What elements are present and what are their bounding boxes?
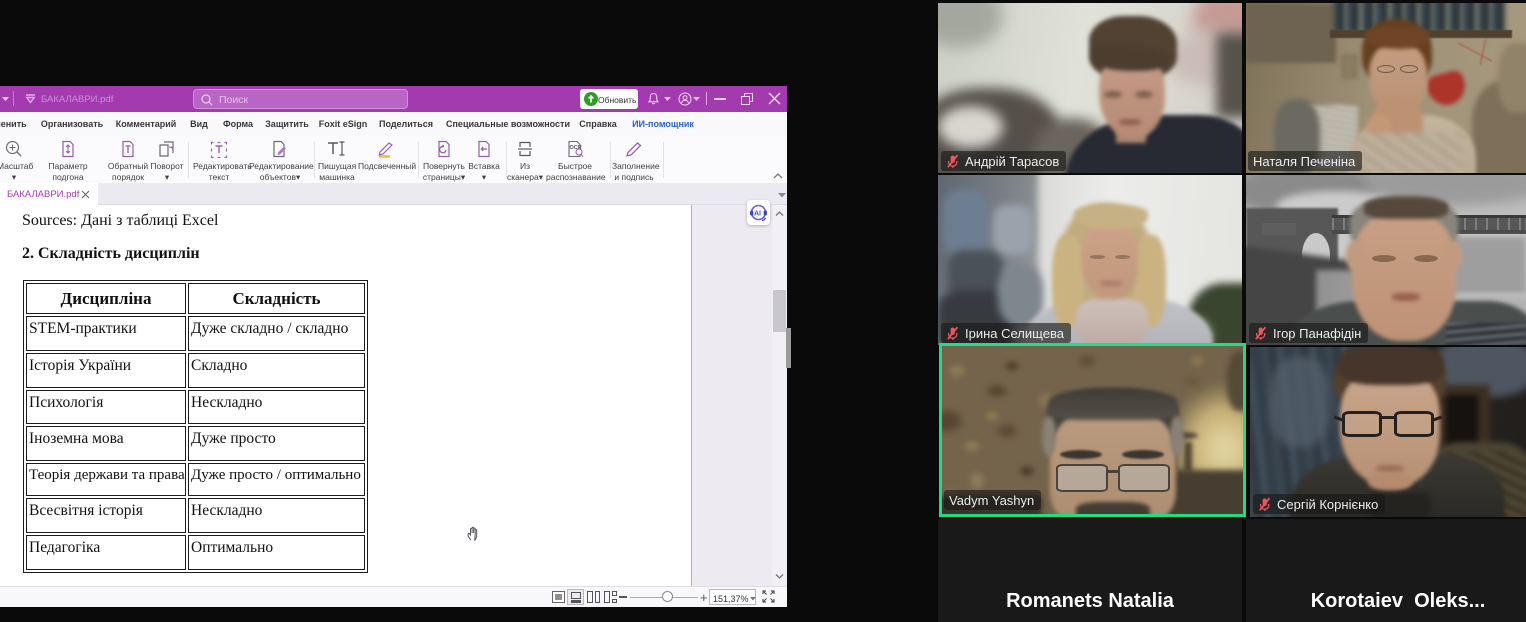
svg-text:AI: AI <box>754 211 761 218</box>
